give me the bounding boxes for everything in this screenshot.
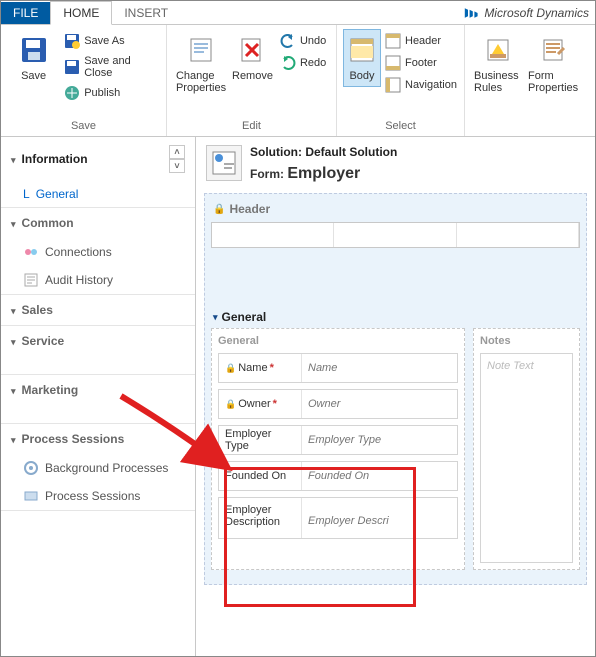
- field-employer-description[interactable]: Employer Description: [218, 497, 458, 539]
- group-select-label: Select: [343, 118, 458, 136]
- redo-button[interactable]: Redo: [276, 53, 330, 73]
- form-properties-button[interactable]: Form Properties: [525, 29, 583, 99]
- publish-icon: [64, 85, 80, 101]
- navigation-button[interactable]: Navigation: [381, 75, 461, 95]
- bg-processes-icon: [23, 460, 39, 476]
- nav-section-sales[interactable]: Sales: [1, 295, 195, 325]
- notes-column[interactable]: Notes Note Text: [473, 328, 580, 570]
- menu-tabs: FILE HOME INSERT Microsoft Dynamics: [1, 1, 595, 25]
- field-employer-type-input[interactable]: [301, 426, 457, 454]
- save-and-close-button[interactable]: Save and Close: [60, 53, 160, 81]
- save-close-icon: [64, 59, 80, 75]
- undo-button[interactable]: Undo: [276, 31, 330, 51]
- form-name: Employer: [287, 165, 360, 182]
- tab-file[interactable]: FILE: [1, 2, 50, 24]
- audit-icon: [23, 272, 39, 288]
- nav-section-service[interactable]: Service: [1, 326, 195, 356]
- nav-section-common[interactable]: Common: [1, 208, 195, 238]
- tab-home[interactable]: HOME: [50, 1, 112, 25]
- section-header[interactable]: Header: [209, 198, 582, 220]
- footer-icon: [385, 55, 401, 71]
- process-sessions-icon: [23, 488, 39, 504]
- field-employer-type[interactable]: Employer Type: [218, 425, 458, 455]
- form-label: Form:: [250, 167, 284, 181]
- body-icon: [346, 34, 378, 66]
- form-header-icon: [206, 145, 242, 181]
- ribbon: Save Save As Save and Close Publish Save…: [1, 25, 595, 137]
- navigation-icon: [385, 77, 401, 93]
- remove-button[interactable]: Remove: [229, 29, 276, 87]
- left-navigation-pane: Information ˄˅ LGeneral Common Connectio…: [1, 137, 196, 656]
- nav-section-marketing[interactable]: Marketing: [1, 375, 195, 405]
- field-founded-on[interactable]: Founded On: [218, 461, 458, 491]
- business-rules-button[interactable]: Business Rules: [471, 29, 525, 99]
- notes-column-label: Notes: [480, 335, 573, 347]
- group-edit-label: Edit: [173, 118, 330, 136]
- general-column[interactable]: General 🔒Name* 🔒Owner* Employer Type: [211, 328, 465, 570]
- nav-item-background-processes[interactable]: Background Processes: [1, 454, 195, 482]
- field-founded-on-input[interactable]: [301, 462, 457, 490]
- dynamics-logo-icon: [464, 7, 480, 19]
- general-column-label: General: [218, 335, 458, 347]
- group-save-label: Save: [7, 118, 160, 136]
- save-button[interactable]: Save: [7, 29, 60, 87]
- nav-item-general[interactable]: LGeneral: [1, 181, 195, 207]
- nav-scroll-down[interactable]: ˅: [169, 159, 185, 173]
- save-icon: [18, 34, 50, 66]
- nav-section-information[interactable]: Information ˄˅: [1, 137, 195, 181]
- header-button[interactable]: Header: [381, 31, 461, 51]
- footer-button[interactable]: Footer: [381, 53, 461, 73]
- field-owner-input[interactable]: [301, 390, 457, 418]
- field-employer-description-input[interactable]: [301, 498, 457, 538]
- remove-icon: [236, 34, 268, 66]
- undo-icon: [280, 33, 296, 49]
- field-name-input[interactable]: [301, 354, 457, 382]
- change-properties-button[interactable]: Change Properties: [173, 29, 229, 99]
- solution-label: Solution:: [250, 145, 302, 159]
- form-properties-icon: [538, 34, 570, 66]
- brand-label: Microsoft Dynamics: [464, 6, 595, 20]
- field-owner[interactable]: 🔒Owner*: [218, 389, 458, 419]
- save-as-icon: [64, 33, 80, 49]
- nav-item-audit-history[interactable]: Audit History: [1, 266, 195, 294]
- header-icon: [385, 33, 401, 49]
- redo-icon: [280, 55, 296, 71]
- nav-item-connections[interactable]: Connections: [1, 238, 195, 266]
- properties-icon: [185, 34, 217, 66]
- field-name[interactable]: 🔒Name*: [218, 353, 458, 383]
- nav-scroll-up[interactable]: ˄: [169, 145, 185, 159]
- publish-button[interactable]: Publish: [60, 83, 160, 103]
- body-button[interactable]: Body: [343, 29, 381, 87]
- notes-area[interactable]: Note Text: [480, 353, 573, 563]
- header-row[interactable]: [211, 222, 580, 248]
- nav-item-process-sessions[interactable]: Process Sessions: [1, 482, 195, 510]
- section-general[interactable]: General: [209, 306, 582, 328]
- business-rules-icon: [482, 34, 514, 66]
- connections-icon: [23, 244, 39, 260]
- form-design-canvas[interactable]: Header General General 🔒Name* 🔒Owner*: [204, 193, 587, 585]
- nav-section-process-sessions[interactable]: Process Sessions: [1, 424, 195, 454]
- form-canvas-pane: Solution: Default Solution Form: Employe…: [196, 137, 595, 656]
- tab-insert[interactable]: INSERT: [112, 2, 180, 24]
- save-as-button[interactable]: Save As: [60, 31, 160, 51]
- solution-value: Default Solution: [305, 145, 397, 159]
